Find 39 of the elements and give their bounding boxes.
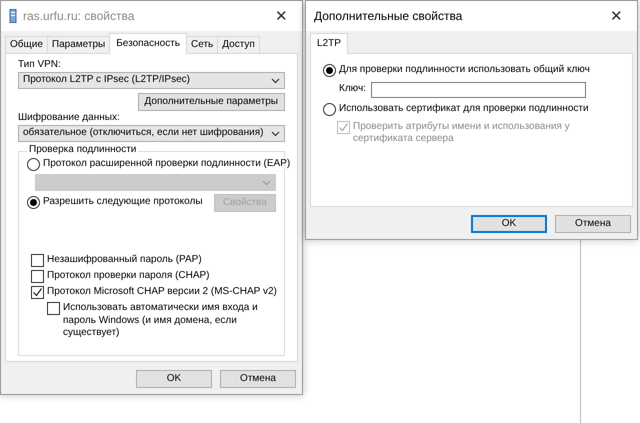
- button[interactable]: OK: [136, 370, 212, 388]
- tab[interactable]: L2TP: [310, 33, 348, 54]
- checkbox[interactable]: [47, 302, 60, 315]
- option-label: Незашифрованный пароль (PAP): [47, 254, 202, 266]
- tab[interactable]: Общие: [5, 36, 48, 54]
- option-label: Использовать автоматически имя входа и пароль Windows (и имя домена, если существует): [63, 302, 259, 340]
- dropdown[interactable]: обязательное (отключиться, если нет шифрования): [18, 125, 285, 142]
- checkbox[interactable]: [31, 254, 44, 267]
- dropdown[interactable]: Протокол L2TP с IPsec (L2TP/IPsec): [18, 72, 285, 89]
- close-button[interactable]: ✕: [269, 8, 294, 24]
- tab[interactable]: Безопасность: [109, 33, 187, 54]
- group-title: Проверка подлинности: [27, 144, 138, 156]
- field-label: Тип VPN:: [18, 58, 62, 71]
- caret-icon: [271, 78, 280, 84]
- field-label: Шифрование данных:: [18, 112, 121, 124]
- tab[interactable]: Доступ: [217, 36, 260, 54]
- option-label: Проверить атрибуты имени и использования у сертификата сервера: [353, 120, 571, 146]
- button[interactable]: Дополнительные параметры: [138, 92, 285, 110]
- radio-button[interactable]: [323, 102, 336, 116]
- button[interactable]: Отмена: [555, 215, 631, 233]
- field-label: Ключ:: [339, 83, 366, 96]
- window-title: Дополнительные свойства: [314, 8, 464, 24]
- option-label: Протокол проверки пароля (CHAP): [47, 270, 210, 282]
- button[interactable]: Отмена: [220, 370, 296, 388]
- option-label: Протокол Microsoft CHAP версии 2 (MS-CHAP v2): [47, 286, 277, 298]
- radio-button[interactable]: [323, 64, 336, 76]
- caret-icon: [262, 180, 271, 186]
- option-label: Для проверки подлинности использовать общий ключ: [339, 64, 590, 76]
- option-label: Разрешить следующие протоколы: [43, 196, 203, 208]
- close-button[interactable]: ✕: [604, 8, 629, 24]
- checkbox[interactable]: [31, 286, 44, 299]
- checkbox[interactable]: [31, 270, 44, 283]
- network-icon: [9, 9, 17, 23]
- key-field[interactable]: [370, 82, 586, 98]
- option-label: Использовать сертификат для проверки подлинности: [339, 102, 589, 115]
- window-title: ras.urfu.ru: свойства: [23, 8, 136, 24]
- button[interactable]: OK: [471, 215, 547, 233]
- option-label: Протокол расширенной проверки подлинности (EAP): [43, 158, 290, 170]
- caret-icon: [271, 130, 280, 136]
